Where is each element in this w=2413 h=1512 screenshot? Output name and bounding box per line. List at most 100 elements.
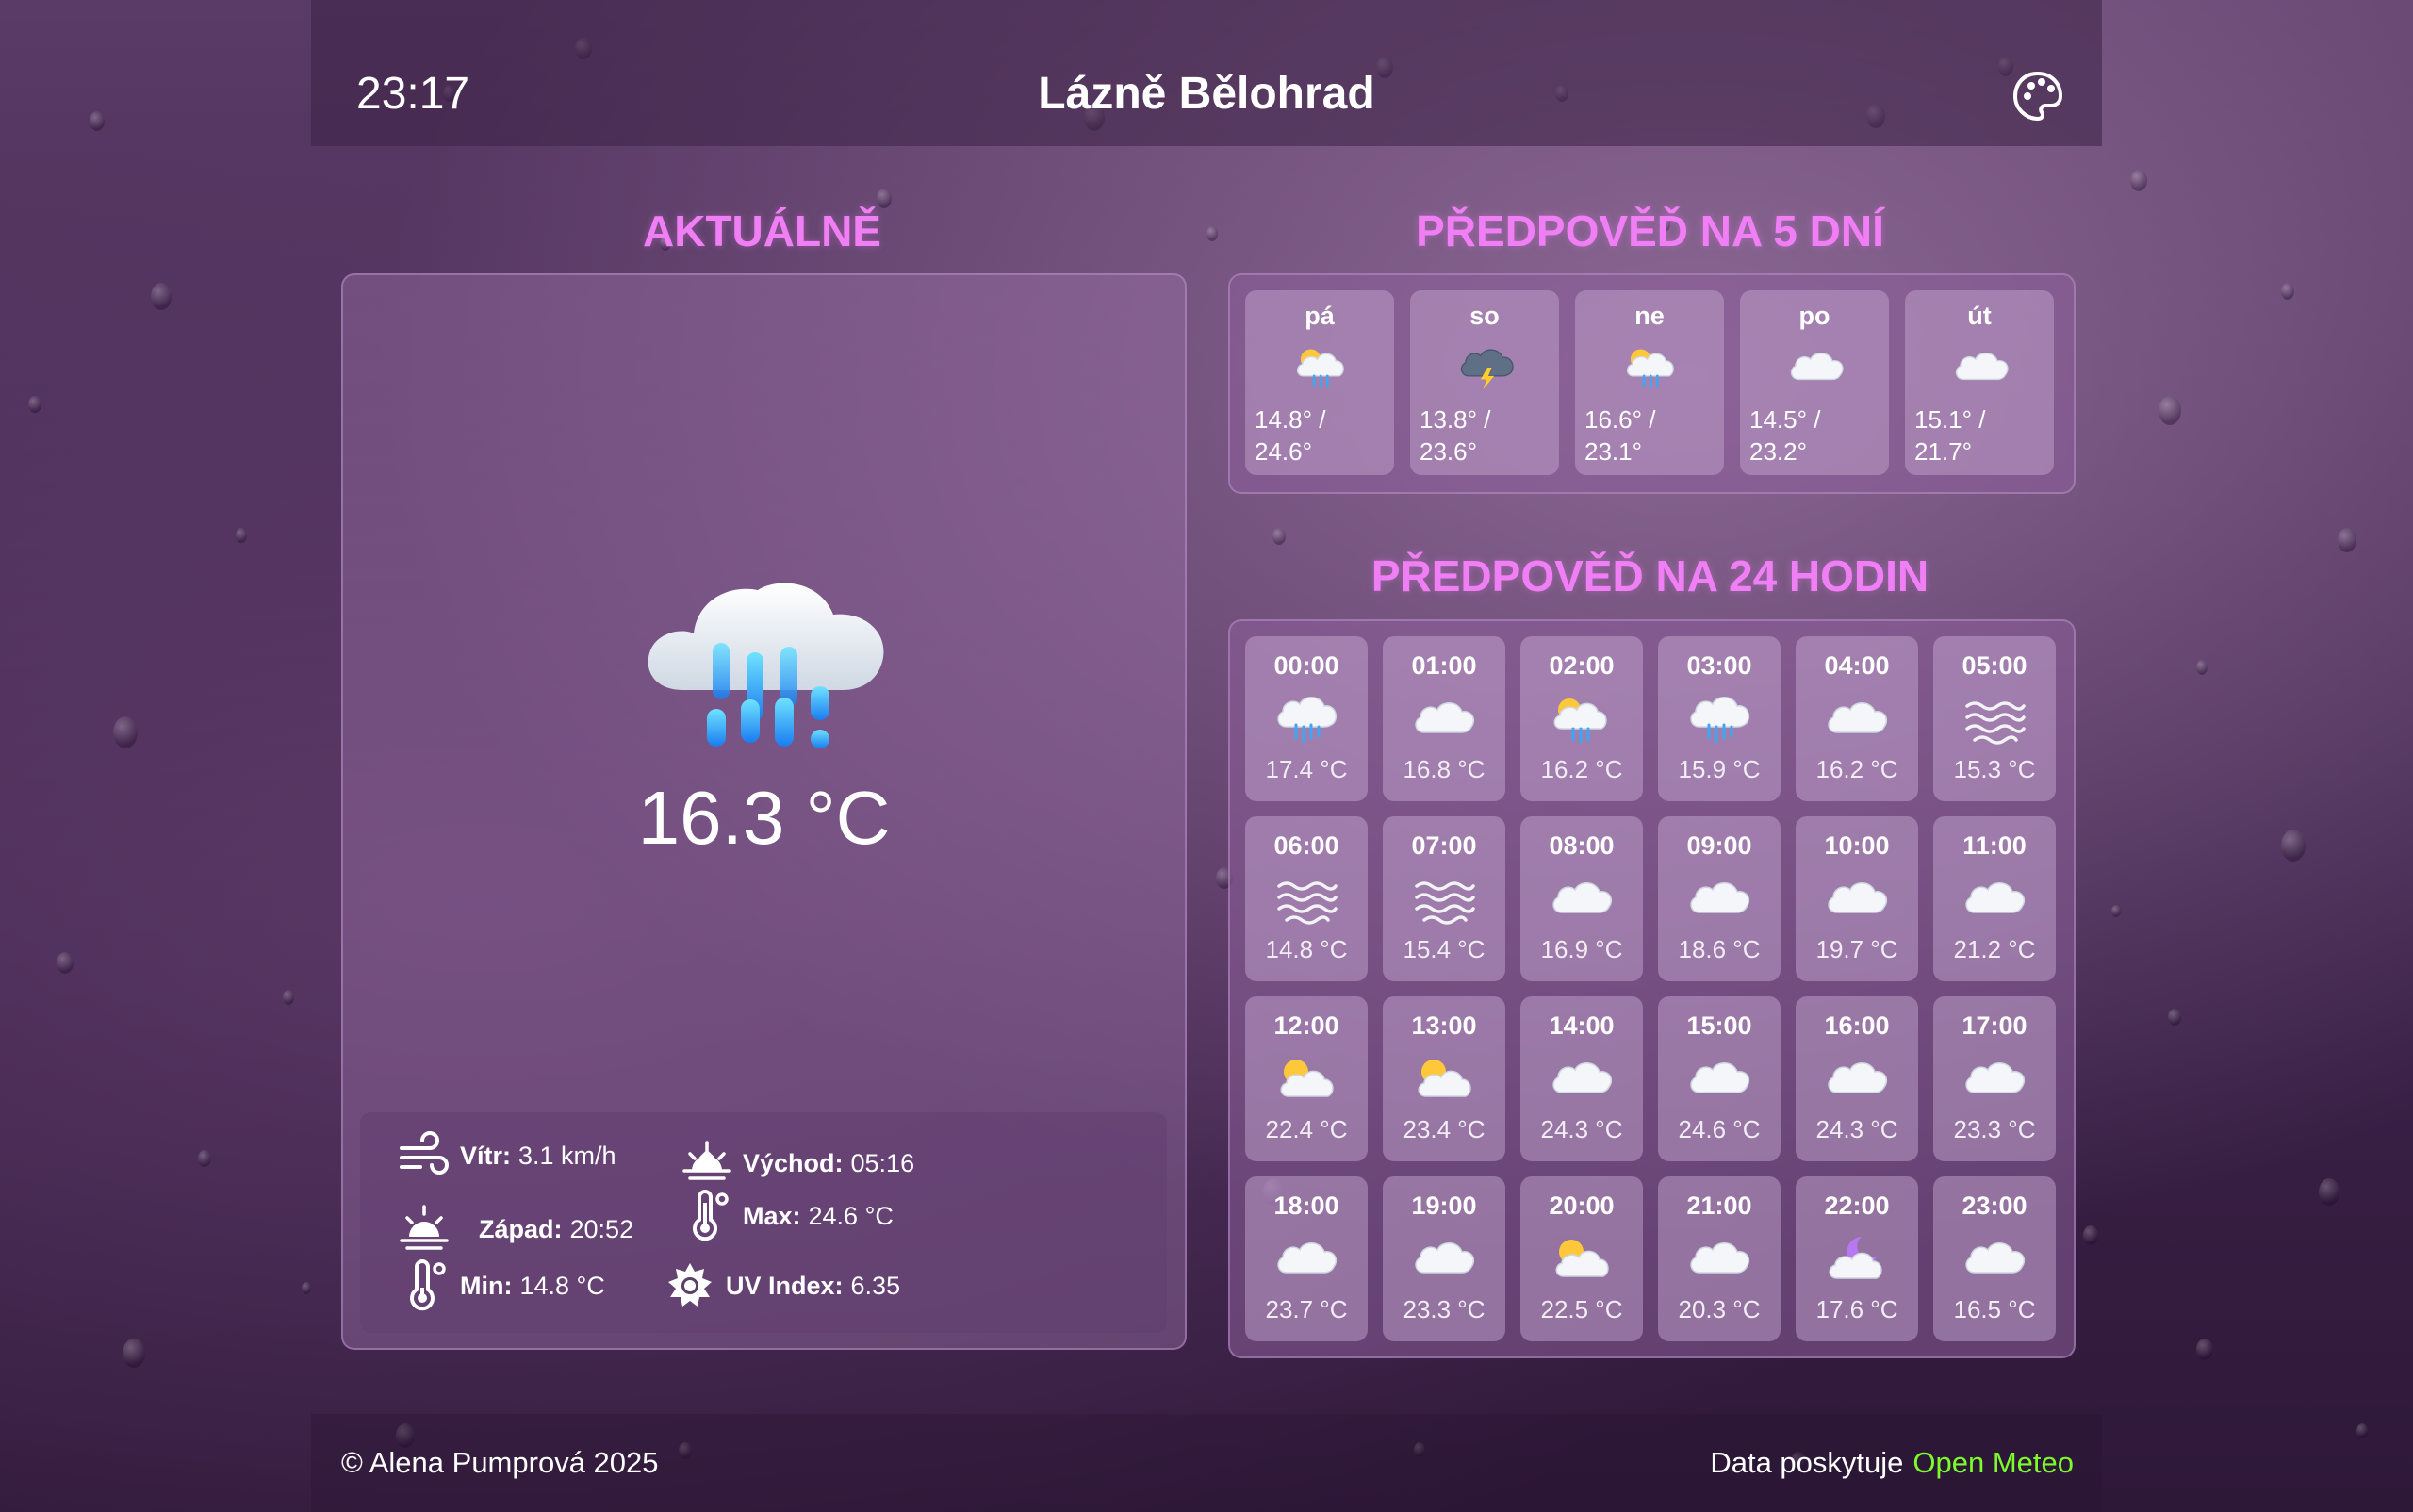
forecast-hour-temp: 23.7 °C [1265,1295,1348,1323]
forecast-day: ne 16.6° / 23.1° [1575,290,1724,475]
cloud-icon [1828,882,1888,913]
fog-icon [1965,701,2026,745]
forecast-hour-time: 07:00 [1411,831,1477,860]
cloud-icon [1690,1062,1750,1093]
forecast-hour: 10:00 19.7 °C [1796,816,1918,981]
forecast-hour: 14:00 24.3 °C [1520,996,1643,1161]
uv-row: UV Index: 6.35 [664,1259,900,1312]
forecast-day-range: 14.8° / 24.6° [1255,403,1387,468]
forecast-hour-temp: 22.5 °C [1540,1295,1623,1323]
forecast-hour-temp: 24.3 °C [1540,1115,1623,1143]
sun-cloud-icon [1555,1240,1609,1277]
forecast-hour: 23:00 16.5 °C [1933,1176,2056,1341]
cloud-icon [1277,1242,1338,1274]
sunset-value: 20:52 [569,1214,634,1243]
current-panel: 16.3 °C Vítr: 3.1 km/h Východ: 05:16 Západ… [341,273,1187,1350]
sunrise-value: 05:16 [850,1148,915,1177]
wind-icon [400,1131,449,1175]
forecast-hour-time: 10:00 [1824,831,1890,860]
min-row: Min: 14.8 °C [398,1259,605,1312]
forecast-hour-time: 04:00 [1824,651,1890,680]
wind-row: Vítr: 3.1 km/h [398,1129,616,1182]
forecast-day-range: 14.5° / 23.2° [1749,403,1881,468]
sunset-icon [400,1205,449,1250]
forecast-hour-temp: 20.3 °C [1678,1295,1761,1323]
forecast-hour-temp: 16.8 °C [1403,755,1486,783]
forecast-hour-temp: 22.4 °C [1265,1115,1348,1143]
forecast-hour: 06:00 14.8 °C [1245,816,1368,981]
cloud-icon [1790,353,1844,381]
forecast-hour: 01:00 16.8 °C [1383,636,1505,801]
rain-drop [1272,528,1286,545]
sunset-label: Západ: [479,1214,563,1243]
sun-rain-icon [1296,349,1344,389]
sun-rain-icon [1626,349,1674,389]
forecast-day-max: 23.1° [1584,437,1643,466]
cloud-icon [1690,882,1750,913]
forecast-day-name: út [1967,302,1992,330]
palette-icon[interactable] [2010,68,2066,124]
rain-cloud-icon [1277,697,1338,744]
forecast-hour-time: 09:00 [1686,831,1752,860]
cloud-icon [1415,702,1475,733]
uv-value: 6.35 [850,1271,901,1300]
cloud-icon [1955,353,2009,381]
forecast-hour: 04:00 16.2 °C [1796,636,1918,801]
header-bar: 23:17 Lázně Bělohrad [311,0,2102,146]
forecast-hour-temp: 16.9 °C [1540,935,1623,963]
forecast-hour-time: 19:00 [1411,1192,1477,1220]
forecast-hour-time: 14:00 [1549,1011,1615,1040]
sunrise-icon [682,1141,731,1180]
forecast-hour-time: 20:00 [1549,1192,1615,1220]
cloud-icon [1965,1062,2026,1093]
cloud-icon [1415,1242,1475,1274]
forecast-hour-temp: 15.9 °C [1678,755,1761,783]
forecast-day-max: 21.7° [1914,437,1973,466]
fog-icon [1415,881,1475,925]
forecast-hour: 07:00 15.4 °C [1383,816,1505,981]
rain-drop [2338,528,2356,552]
forecast-hour-temp: 14.8 °C [1265,935,1348,963]
forecast-hour-temp: 18.6 °C [1678,935,1761,963]
forecast-5-title: PŘEDPOVĚĎ NA 5 DNÍ [1416,206,1884,255]
forecast-hour: 08:00 16.9 °C [1520,816,1643,981]
forecast-hour-temp: 16.5 °C [1953,1295,2036,1323]
cloud-icon [1965,1242,2026,1274]
forecast-day-min: 14.5° / [1749,405,1821,434]
forecast-5-panel: pá 14.8° / 24.6° so 13.8° / 23.6° ne 16.6° / 23.… [1228,273,2076,494]
forecast-hour-time: 22:00 [1824,1192,1890,1220]
copyright: © Alena Pumprová 2025 [341,1446,659,1479]
wind-value: 3.1 km/h [518,1141,616,1170]
rain-drop [2356,1423,2368,1438]
rain-drop [113,716,138,748]
rain-cloud-icon [648,583,884,748]
forecast-day-min: 16.6° / [1584,405,1656,434]
forecast-hour-time: 23:00 [1962,1192,2027,1220]
forecast-hour-time: 13:00 [1411,1011,1477,1040]
rain-drop [2281,283,2294,300]
forecast-hour: 20:00 22.5 °C [1520,1176,1643,1341]
forecast-hour-time: 11:00 [1962,831,2027,860]
forecast-hour: 05:00 15.3 °C [1933,636,2056,801]
forecast-hour: 21:00 20.3 °C [1658,1176,1781,1341]
cloud-icon [1965,882,2026,913]
rain-drop [2196,1339,2213,1360]
forecast-hour: 17:00 23.3 °C [1933,996,2056,1161]
cloud-icon [1552,882,1613,913]
fog-icon [1277,881,1338,925]
forecast-day-max: 23.6° [1420,437,1478,466]
forecast-hour-time: 21:00 [1686,1192,1752,1220]
forecast-hour-time: 17:00 [1962,1011,2027,1040]
forecast-hour: 18:00 23.7 °C [1245,1176,1368,1341]
forecast-hour-temp: 17.4 °C [1265,755,1348,783]
forecast-day-max: 24.6° [1255,437,1313,466]
rain-drop [151,283,172,310]
open-meteo-link[interactable]: Open Meteo [1912,1446,2074,1479]
page-title: Lázně Bělohrad [1038,69,1375,119]
forecast-hour: 12:00 22.4 °C [1245,996,1368,1161]
max-row: Max: 24.6 °C [681,1190,894,1242]
data-source-label: Data poskytuje [1710,1446,1904,1479]
rain-drop [236,528,247,543]
forecast-hour-temp: 23.3 °C [1953,1115,2036,1143]
min-label: Min: [460,1271,513,1300]
